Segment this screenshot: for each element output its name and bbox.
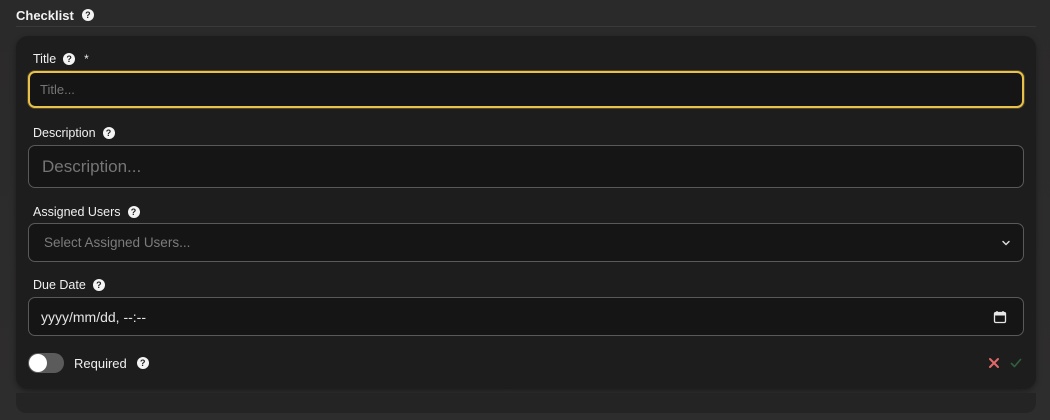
title-label: Title	[33, 52, 57, 66]
due-date-label-row: Due Date ?	[33, 277, 105, 293]
due-date-value: yyyy/mm/dd, --:--	[41, 308, 146, 325]
panel-footer-strip	[16, 393, 1036, 413]
checklist-form-panel: Title ? * Description ? Assigned Users ?…	[16, 36, 1036, 389]
due-date-input[interactable]: yyyy/mm/dd, --:--	[28, 297, 1024, 336]
assigned-users-label: Assigned Users	[33, 205, 121, 219]
required-asterisk: *	[84, 52, 89, 66]
assigned-users-placeholder: Select Assigned Users...	[44, 235, 191, 250]
description-field[interactable]	[28, 145, 1024, 188]
required-toggle[interactable]	[28, 353, 64, 373]
help-icon[interactable]: ?	[81, 9, 94, 21]
section-header: Checklist ?	[16, 5, 94, 25]
title-label-row: Title ? *	[33, 51, 89, 67]
help-icon[interactable]: ?	[92, 279, 105, 291]
help-icon[interactable]: ?	[127, 206, 140, 218]
assigned-users-select[interactable]: Select Assigned Users...	[28, 223, 1024, 262]
title-input[interactable]	[40, 82, 1022, 97]
section-title: Checklist	[16, 7, 74, 23]
description-label-row: Description ?	[33, 125, 115, 141]
description-label: Description	[33, 126, 96, 140]
assigned-users-label-row: Assigned Users ?	[33, 204, 140, 220]
due-date-label: Due Date	[33, 278, 86, 292]
calendar-icon[interactable]	[993, 310, 1007, 324]
checklist-page: Checklist ? Title ? * Description ? Assi…	[0, 0, 1050, 420]
help-icon[interactable]: ?	[63, 53, 76, 65]
title-field[interactable]	[28, 71, 1024, 108]
description-input[interactable]	[42, 156, 1023, 177]
item-actions	[988, 354, 1022, 372]
toggle-knob	[29, 354, 47, 372]
chevron-down-icon	[1002, 240, 1010, 245]
required-toggle-row: Required ?	[28, 352, 149, 374]
help-icon[interactable]: ?	[136, 357, 149, 369]
required-label: Required	[74, 355, 127, 371]
divider	[16, 26, 1036, 27]
help-icon[interactable]: ?	[102, 127, 115, 139]
check-icon[interactable]	[1010, 357, 1022, 369]
close-icon[interactable]	[988, 357, 1000, 369]
